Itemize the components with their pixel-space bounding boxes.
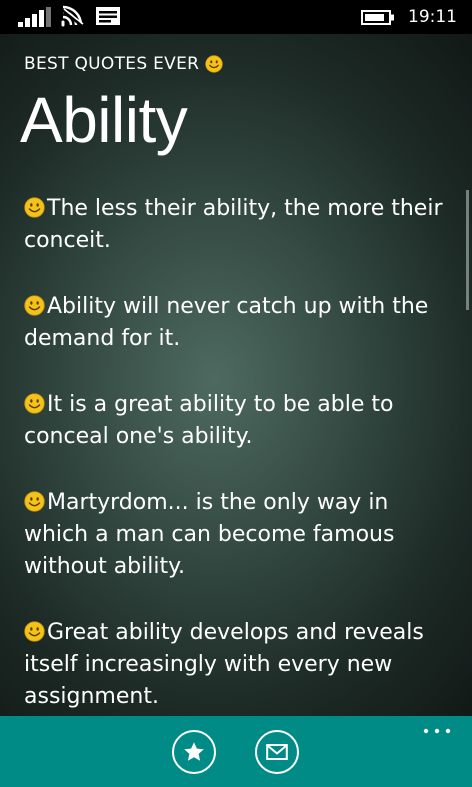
star-icon — [184, 742, 204, 761]
quote-text: It is a great ability to be able to conc… — [24, 392, 394, 449]
quote-item[interactable]: Martyrdom... is the only way in which a … — [24, 487, 456, 583]
smiley-icon — [24, 295, 45, 316]
quote-item[interactable]: Ability will never catch up with the dem… — [24, 291, 456, 355]
status-clock: 19:11 — [408, 7, 457, 27]
quote-text: Great ability develops and reveals itsel… — [24, 620, 424, 709]
mail-icon — [266, 744, 288, 760]
quote-item[interactable]: It is a great ability to be able to conc… — [24, 389, 456, 453]
quote-item[interactable]: Great ability develops and reveals itsel… — [24, 617, 456, 713]
app-title-text: BEST QUOTES EVER — [24, 54, 200, 74]
signal-icon — [18, 7, 51, 27]
app-title: BEST QUOTES EVER — [24, 53, 223, 75]
battery-icon — [361, 10, 394, 25]
smiley-icon — [24, 491, 45, 512]
smiley-icon — [205, 55, 223, 73]
quote-item[interactable]: The less their ability, the more their c… — [24, 193, 456, 257]
status-bar: 19:11 — [0, 0, 472, 34]
quote-text: Martyrdom... is the only way in which a … — [24, 490, 395, 579]
wifi-icon — [61, 5, 84, 27]
smiley-icon — [24, 197, 45, 218]
quote-text: Ability will never catch up with the dem… — [24, 294, 429, 351]
more-icon[interactable] — [422, 724, 452, 738]
smiley-icon — [24, 393, 45, 414]
mail-button[interactable] — [255, 730, 299, 774]
favorite-button[interactable] — [172, 730, 216, 774]
app-bar — [0, 716, 472, 787]
message-icon — [96, 7, 120, 25]
app-screen: 19:11 BEST QUOTES EVER Ability The less … — [0, 0, 472, 787]
quote-text: The less their ability, the more their c… — [24, 196, 443, 253]
page-title: Ability — [20, 84, 188, 156]
quote-list[interactable]: The less their ability, the more their c… — [24, 193, 456, 747]
smiley-icon — [24, 621, 45, 642]
scrollbar-thumb[interactable] — [466, 190, 469, 310]
